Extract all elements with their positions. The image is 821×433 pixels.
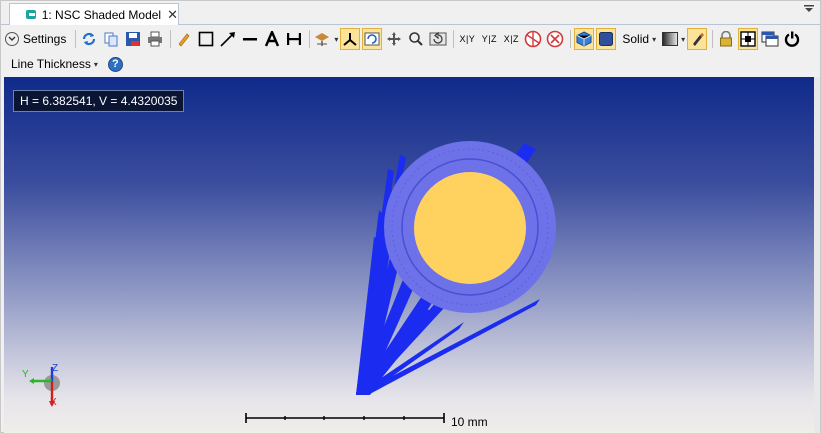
settings-button[interactable]: Settings xyxy=(5,28,70,50)
toolbar: Settings ▾ X|Y Y|Z X|Z Solid ▾ ▾ xyxy=(1,27,820,51)
view-xz-label: X|Z xyxy=(503,34,520,44)
window-stack-icon xyxy=(761,31,779,47)
model-render xyxy=(356,141,556,395)
separator xyxy=(309,30,311,48)
solid-block-icon xyxy=(599,32,614,46)
solid-mode-button[interactable] xyxy=(596,28,617,50)
render-style-dropdown[interactable]: Solid ▾ xyxy=(618,28,660,50)
rotate-view-icon xyxy=(364,32,380,46)
rotate-view-button[interactable] xyxy=(362,28,383,50)
tab-strip: 1: NSC Shaded Model ✕ xyxy=(1,1,820,25)
reset-view-button[interactable] xyxy=(428,28,448,50)
lock-button[interactable] xyxy=(716,28,736,50)
pencil-icon xyxy=(178,33,190,47)
close-icon[interactable]: ✕ xyxy=(167,8,178,21)
clear-rays-button[interactable] xyxy=(545,28,565,50)
refresh-button[interactable] xyxy=(79,28,99,50)
rectangle-button[interactable] xyxy=(196,28,216,50)
chevron-down-icon: ▾ xyxy=(681,34,686,44)
tab-nsc-shaded-model[interactable]: 1: NSC Shaded Model ✕ xyxy=(9,3,179,25)
chevron-down-icon: ▾ xyxy=(334,34,339,44)
text-button[interactable] xyxy=(262,28,282,50)
rotate-axis-button[interactable] xyxy=(340,28,361,50)
search-icon xyxy=(409,32,424,46)
line-icon xyxy=(243,38,258,41)
text-icon xyxy=(265,31,280,47)
separator xyxy=(712,30,714,48)
ray-trace-button[interactable] xyxy=(523,28,543,50)
shaded-model-viewport[interactable]: H = 6.382541, V = 4.4320035 Z Y X 10 mm xyxy=(4,77,814,433)
arrow-icon xyxy=(220,32,236,47)
view-yz-label: Y|Z xyxy=(481,34,498,44)
copy-icon xyxy=(104,32,118,47)
save-icon xyxy=(126,32,141,46)
gradient-dropdown[interactable]: ▾ xyxy=(662,28,685,50)
window-icon xyxy=(26,10,36,19)
cube-icon xyxy=(576,31,592,47)
separator xyxy=(570,30,572,48)
dimension-button[interactable] xyxy=(284,28,304,50)
pan-icon xyxy=(387,32,402,46)
axis-tripod-icon xyxy=(343,33,358,46)
settings-label: Settings xyxy=(23,32,67,46)
scale-bar-label: 10 mm xyxy=(451,415,488,429)
render-style-value: Solid xyxy=(622,32,650,46)
view-xy-label: X|Y xyxy=(459,34,476,44)
new-window-button[interactable] xyxy=(760,28,780,50)
chevron-down-icon xyxy=(5,32,19,46)
arrow-button[interactable] xyxy=(218,28,238,50)
separator xyxy=(453,30,455,48)
ray-trace-icon xyxy=(525,30,542,48)
save-button[interactable] xyxy=(123,28,143,50)
shaded-mode-button[interactable] xyxy=(574,28,595,50)
view-orientation-button[interactable]: ▾ xyxy=(313,28,338,50)
coordinate-readout: H = 6.382541, V = 4.4320035 xyxy=(13,90,185,112)
line-thickness-dropdown[interactable]: Line Thickness ▾ xyxy=(11,53,98,75)
axes-3d-icon xyxy=(315,33,330,46)
nsc-shaded-model-window: 1: NSC Shaded Model ✕ Settings ▾ X|Y Y|Z… xyxy=(0,0,821,433)
dimension-icon xyxy=(287,33,302,45)
highlight-button[interactable] xyxy=(687,28,708,50)
pencil-button[interactable] xyxy=(174,28,194,50)
view-xz-button[interactable]: X|Z xyxy=(501,28,521,50)
fit-view-button[interactable] xyxy=(738,28,759,50)
fit-view-icon xyxy=(740,31,756,47)
gradient-icon xyxy=(662,32,679,46)
clear-rays-icon xyxy=(547,30,564,48)
refresh-icon xyxy=(83,32,96,46)
vertical-scrollbar[interactable] xyxy=(814,77,820,433)
line-thickness-label: Line Thickness xyxy=(11,57,91,71)
separator xyxy=(75,30,77,48)
view-xy-button[interactable]: X|Y xyxy=(457,28,477,50)
help-icon[interactable]: ? xyxy=(107,56,123,72)
axis-z-label: Z xyxy=(52,363,59,374)
rectangle-icon xyxy=(199,31,214,47)
power-button[interactable] xyxy=(782,28,802,50)
chevron-down-icon: ▾ xyxy=(652,34,657,44)
secondary-toolbar: Line Thickness ▾ ? xyxy=(1,53,820,75)
lock-icon xyxy=(720,31,733,47)
reset-view-icon xyxy=(429,31,447,46)
scale-bar xyxy=(245,413,445,423)
axis-triad xyxy=(29,367,60,407)
tab-label: 1: NSC Shaded Model xyxy=(41,7,162,22)
lens-element xyxy=(384,141,556,313)
pan-button[interactable] xyxy=(384,28,404,50)
print-icon xyxy=(148,31,163,47)
tab-menu-icon[interactable] xyxy=(804,5,814,16)
axis-y-label: Y xyxy=(22,369,29,380)
chevron-down-icon: ▾ xyxy=(93,59,98,69)
view-yz-button[interactable]: Y|Z xyxy=(479,28,499,50)
copy-button[interactable] xyxy=(101,28,121,50)
separator xyxy=(170,30,172,48)
line-button[interactable] xyxy=(240,28,260,50)
zoom-button[interactable] xyxy=(406,28,426,50)
power-icon xyxy=(784,31,800,47)
print-button[interactable] xyxy=(145,28,165,50)
axis-x-label: X xyxy=(50,397,57,408)
brush-icon xyxy=(693,33,705,46)
